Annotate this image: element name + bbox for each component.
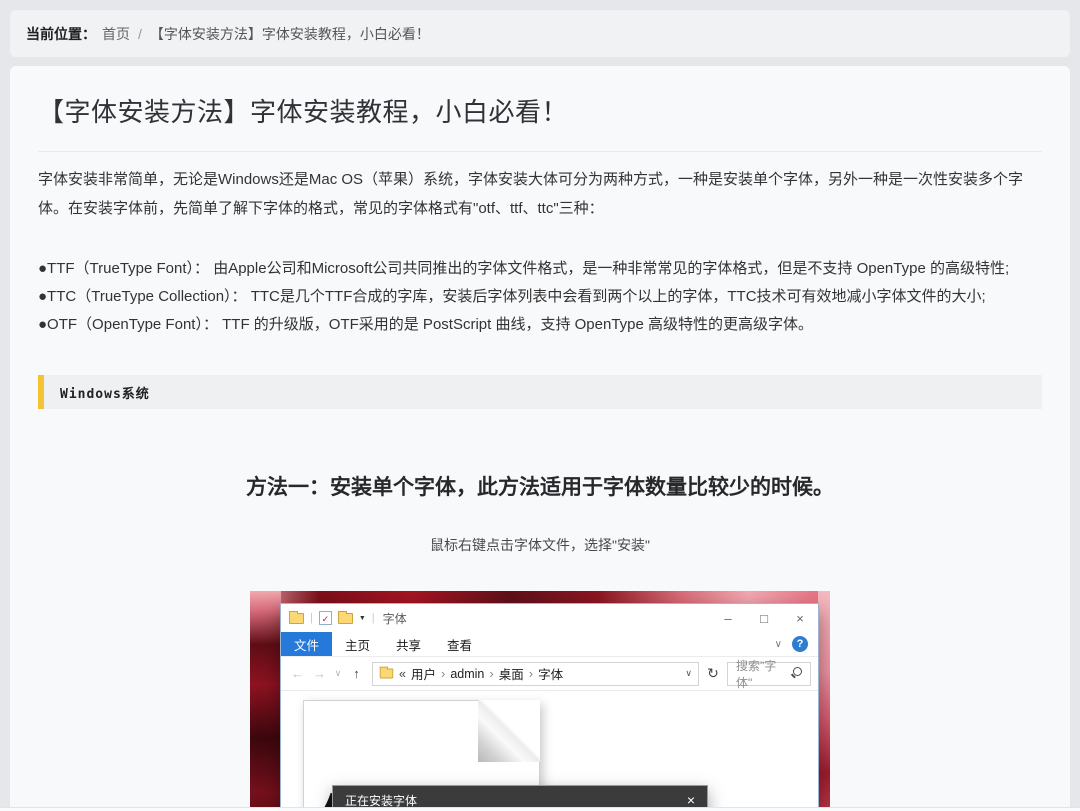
folder-icon	[338, 613, 353, 624]
breadcrumb-home-link[interactable]: 首页	[102, 24, 130, 44]
tab-share: 共享	[383, 632, 434, 656]
section-header-windows: Windows系统	[38, 375, 1042, 409]
forward-icon: →	[310, 666, 329, 681]
wallpaper-right-strip	[818, 591, 830, 811]
history-chevron-icon: ∨	[332, 668, 344, 679]
address-box: « 用户 › admin › 桌面 › 字体 ∨	[372, 662, 699, 686]
address-dropdown-icon: ∨	[685, 668, 692, 679]
back-icon: ←	[288, 666, 307, 681]
viewport-bottom-strip	[0, 807, 1080, 811]
page-title: 【字体安装方法】字体安装教程，小白必看！	[38, 92, 1042, 129]
dialog-close-icon: ×	[687, 792, 695, 808]
menubar-right: ∨ ?	[775, 632, 818, 656]
wallpaper-left-strip	[250, 591, 281, 811]
quick-access-caret-icon: ▼	[359, 615, 366, 622]
window-controls: – □ ×	[710, 604, 818, 632]
breadcrumb: 当前位置： 首页 / 【字体安装方法】字体安装教程，小白必看！	[10, 10, 1070, 57]
tab-file: 文件	[281, 632, 332, 656]
bullet-ttf: ●TTF（TrueType Font）： 由Apple公司和Microsoft公…	[38, 255, 1042, 283]
folder-icon	[289, 613, 304, 624]
tab-view: 查看	[434, 632, 485, 656]
close-icon: ×	[782, 604, 818, 632]
toolbar-separator: |	[310, 612, 313, 624]
search-placeholder: 搜索"字体"	[736, 657, 790, 691]
tutorial-screenshot-image: | ✓ ▼ | 字体 – □ × 文件 主页 共享 查看 ∨	[250, 591, 830, 811]
path-separator-icon: ›	[441, 666, 445, 681]
toolbar-separator: |	[372, 612, 375, 624]
explorer-window: | ✓ ▼ | 字体 – □ × 文件 主页 共享 查看 ∨	[280, 603, 819, 811]
path-separator-icon: ›	[529, 666, 533, 681]
path-segment-users: 用户	[411, 664, 436, 683]
page-fold-corner	[478, 700, 540, 762]
search-icon	[790, 667, 802, 680]
explorer-titlebar: | ✓ ▼ | 字体 – □ ×	[281, 604, 818, 632]
refresh-icon: ↻	[702, 665, 724, 682]
method-title: 方法一：安装单个字体，此方法适用于字体数量比较少的时候。	[38, 471, 1042, 501]
method-subtitle: 鼠标右键点击字体文件，选择"安装"	[38, 535, 1042, 555]
path-segment-fonts: 字体	[538, 664, 563, 683]
section-header-label: Windows系统	[60, 383, 150, 402]
title-divider	[38, 151, 1042, 152]
up-icon: ↑	[347, 666, 366, 681]
bullet-otf: ●OTF（OpenType Font）： TTF 的升级版，OTF采用的是 Po…	[38, 311, 1042, 339]
bullet-ttc: ●TTC（TrueType Collection）： TTC是几个TTF合成的字…	[38, 283, 1042, 311]
explorer-menubar: 文件 主页 共享 查看 ∨ ?	[281, 632, 818, 657]
maximize-icon: □	[746, 604, 782, 632]
path-prefix: «	[399, 667, 406, 681]
section-accent-bar	[38, 375, 44, 409]
breadcrumb-current: 【字体安装方法】字体安装教程，小白必看！	[150, 24, 430, 44]
search-input: 搜索"字体"	[727, 662, 811, 686]
tab-home: 主页	[332, 632, 383, 656]
breadcrumb-separator: /	[138, 26, 142, 42]
breadcrumb-label: 当前位置：	[26, 24, 96, 44]
explorer-addressbar: ← → ∨ ↑ « 用户 › admin › 桌面 › 字体 ∨ ↻	[281, 657, 818, 690]
folder-icon	[380, 669, 394, 679]
ribbon-collapse-icon: ∨	[775, 639, 782, 650]
article-card: 【字体安装方法】字体安装教程，小白必看！ 字体安装非常简单，无论是Windows…	[10, 66, 1070, 811]
path-segment-admin: admin	[450, 667, 484, 681]
intro-paragraph: 字体安装非常简单，无论是Windows还是Mac OS（苹果）系统，字体安装大体…	[38, 165, 1042, 223]
window-title: 字体	[383, 610, 407, 627]
checkmark-doc-icon: ✓	[319, 611, 332, 625]
path-separator-icon: ›	[489, 666, 493, 681]
path-segment-desktop: 桌面	[499, 664, 524, 683]
dialog-title: 正在安装字体	[345, 792, 417, 809]
minimize-icon: –	[710, 604, 746, 632]
help-icon: ?	[792, 636, 808, 652]
format-bullet-list: ●TTF（TrueType Font）： 由Apple公司和Microsoft公…	[38, 255, 1042, 339]
